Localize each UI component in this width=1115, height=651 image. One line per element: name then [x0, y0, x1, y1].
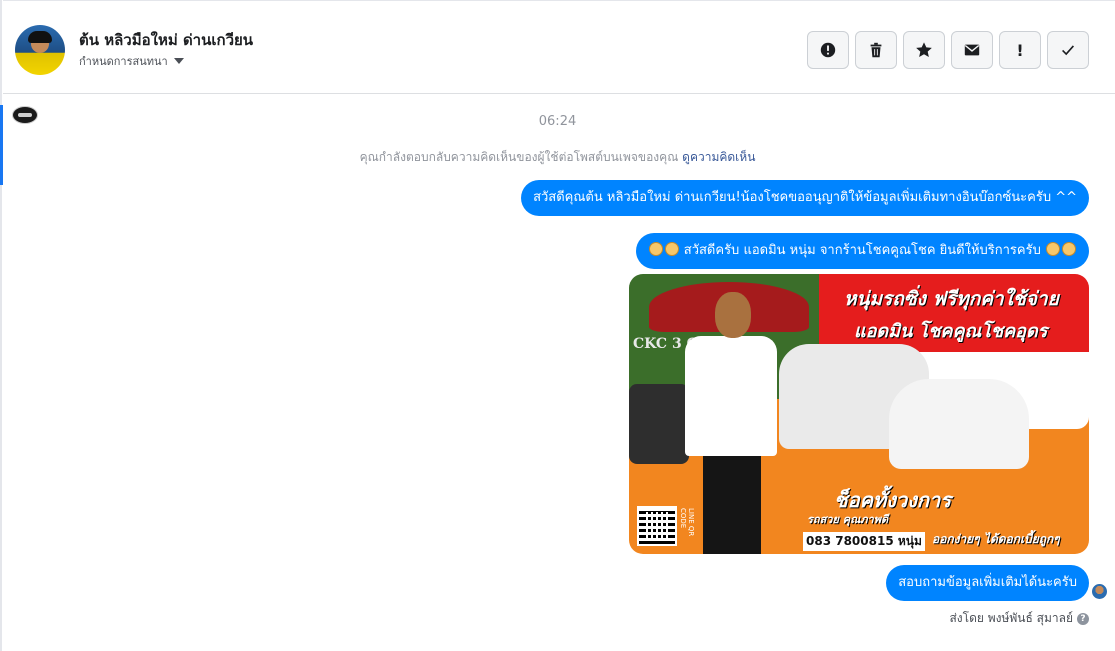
mark-unread-button[interactable] — [951, 31, 993, 69]
conversation-header: ต้น หลิวมือใหม่ ด่านเกวียน กำหนดการสนทนา… — [3, 0, 1115, 94]
smiling-face-icon — [1062, 242, 1076, 256]
star-icon — [916, 42, 932, 58]
message-text: สวัสดีคุณต้น หลิวมือใหม่ ด่านเกวียน!น้อง… — [533, 190, 1077, 205]
view-comment-link[interactable]: ดูความคิดเห็น — [682, 150, 755, 164]
contact-avatar[interactable] — [15, 25, 65, 75]
message-bubble[interactable]: สวัสดีครับ แอดมิน หนุ่ม จากร้านโชคคูณโชค… — [635, 233, 1089, 269]
qr-label: LINE QR CODE — [679, 508, 695, 537]
smiling-face-icon — [648, 242, 663, 256]
message-text: สอบถามข้อมูลเพิ่มเติมได้นะครับ — [898, 575, 1077, 590]
ad-headline-1: หนุ่มรถซิ่ง ฟรีทุกค่าใช้จ่าย — [844, 288, 1059, 310]
sent-by-text: ส่งโดย พงษ์พันธ์ สุมาลย์ — [949, 611, 1073, 625]
comment-reply-notice: คุณกำลังตอบกลับความคิดเห็นของผู้ใช้ต่อโพ… — [0, 148, 1115, 167]
left-edge-divider — [0, 0, 2, 651]
assign-conversation-label: กำหนดการสนทนา — [79, 55, 168, 68]
star-button[interactable] — [903, 31, 945, 69]
assign-conversation-dropdown[interactable]: กำหนดการสนทนา — [79, 52, 184, 70]
smiling-face-icon — [1046, 242, 1060, 256]
question-mark-icon[interactable]: ? — [1077, 612, 1089, 625]
message-text: สวัสดีครับ แอดมิน หนุ่ม จากร้านโชคคูณโชค… — [683, 243, 1041, 258]
seen-avatar — [1092, 584, 1107, 599]
sent-by-info: ส่งโดย พงษ์พันธ์ สุมาลย์ ? — [949, 609, 1089, 628]
delete-button[interactable] — [855, 31, 897, 69]
message-bubble[interactable]: สวัสดีคุณต้น หลิวมือใหม่ ด่านเกวียน!น้อง… — [521, 180, 1089, 216]
smiling-face-icon — [664, 242, 679, 256]
envelope-icon — [964, 44, 980, 56]
car-illustration — [889, 379, 1029, 469]
alert-circle-icon — [820, 42, 836, 58]
qr-code-icon — [637, 506, 677, 546]
ad-phone-number: 083 7800815 — [806, 534, 894, 548]
message-timestamp: 06:24 — [538, 114, 577, 129]
notice-text: คุณกำลังตอบกลับความคิดเห็นของผู้ใช้ต่อโพ… — [359, 150, 679, 164]
caret-down-icon — [173, 58, 184, 64]
mark-spam-button[interactable] — [807, 31, 849, 69]
exclamation-icon: ! — [1016, 40, 1024, 60]
message-bubble[interactable]: สอบถามข้อมูลเพิ่มเติมได้นะครับ — [886, 565, 1089, 601]
check-icon — [1062, 45, 1075, 56]
conversation-toolbar: ! — [807, 31, 1089, 69]
ad-phone-nick: หนุ่ม — [897, 534, 922, 548]
follow-up-button[interactable]: ! — [999, 31, 1041, 69]
message-image-attachment[interactable]: CKC 3 COM หนุ่มรถซิ่ง ฟรีทุกค่าใช้จ่าย แ… — [629, 274, 1089, 554]
ad-headline-2: แอดมิน โชคคูณโชคอุดร — [854, 321, 1048, 342]
ad-tagline: ออกง่ายๆ ได้ดอกเบี้ยถูกๆ — [932, 532, 1060, 546]
ad-phone: 083 7800815 หนุ่ม — [803, 532, 925, 551]
ad-line-3: รถสวย คุณภาพดี — [807, 513, 889, 526]
contact-name[interactable]: ต้น หลิวมือใหม่ ด่านเกวียน — [79, 28, 253, 52]
trash-icon — [870, 42, 882, 58]
mark-done-button[interactable] — [1047, 31, 1089, 69]
